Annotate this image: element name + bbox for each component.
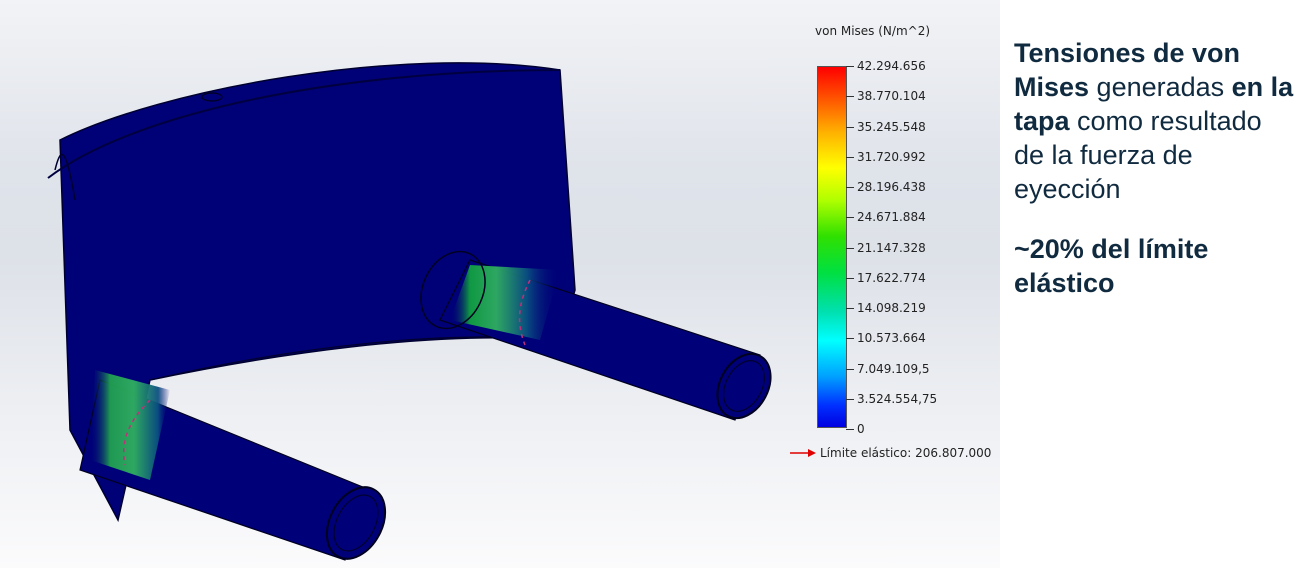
- legend-tick-mark: [846, 277, 854, 279]
- description-panel: Tensiones de von Mises generadas en la t…: [1014, 36, 1299, 300]
- legend-tick-label: 42.294.656: [857, 59, 926, 73]
- legend-tick-label: 28.196.438: [857, 180, 926, 194]
- left-pin: [79, 370, 387, 561]
- legend-tick-mark: [846, 126, 854, 128]
- yield-strength-label: Límite elástico: 206.807.000: [820, 446, 992, 460]
- legend-tick-label: 38.770.104: [857, 89, 926, 104]
- legend-tick-label: 10.573.664: [857, 331, 926, 346]
- legend-tick-mark: [846, 187, 854, 188]
- legend-tick-mark: [846, 156, 854, 158]
- simulation-viewport[interactable]: von Mises (N/m^2) 42.294.656 38.770.104 35…: [0, 0, 1000, 568]
- description-text: Tensiones de von Mises generadas en la t…: [1014, 36, 1299, 206]
- legend-tick-label: 24.671.884: [857, 210, 926, 225]
- stress-model-render: [47, 62, 772, 561]
- legend-tick-label: 7.049.109,5: [857, 361, 930, 376]
- legend-tick-mark: [846, 66, 854, 67]
- legend-tick-mark: [846, 217, 854, 219]
- legend-tick-label: 35.245.548: [857, 119, 926, 134]
- legend-tick-label: 17.622.774: [857, 270, 926, 285]
- legend-tick-mark: [846, 308, 854, 309]
- legend-tick-label: 0: [857, 422, 865, 436]
- legend-tick-label: 14.098.219: [857, 301, 926, 315]
- description-text-2: generadas: [1089, 72, 1232, 102]
- legend-tick-mark: [846, 338, 854, 340]
- arrow-right-icon: [790, 449, 816, 457]
- yield-summary: ~20% del límite elástico: [1014, 234, 1209, 298]
- legend-tick-label: 21.147.328: [857, 240, 926, 255]
- legend-tick-label: 31.720.992: [857, 149, 926, 164]
- legend-tick-mark: [846, 96, 854, 98]
- legend-tick-mark: [846, 429, 854, 430]
- legend-tick-mark: [846, 398, 854, 400]
- legend-title: von Mises (N/m^2): [815, 24, 931, 38]
- legend-tick-mark: [846, 247, 854, 249]
- legend-tick-label: 3.524.554,75: [857, 391, 938, 406]
- color-scale-bar: [817, 66, 847, 428]
- yield-strength-indicator: Límite elástico: 206.807.000: [790, 446, 991, 460]
- legend-tick-mark: [846, 368, 854, 370]
